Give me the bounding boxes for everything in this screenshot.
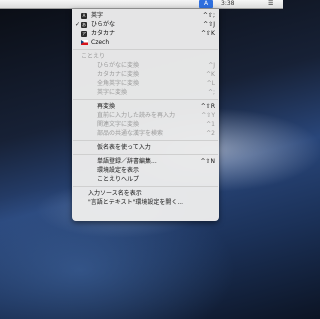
menu-item-convert-fullwidth: 全角英字に変換 ^L [72,79,219,88]
menu-item-convert-katakana: カタカナに変換 ^K [72,70,219,79]
menu-item-show-preferences[interactable]: 環境設定を表示 [72,166,219,175]
menu-item-kana-table[interactable]: 仮名表を使って入力 [72,143,219,152]
menu-item-label: ことえりヘルプ [97,176,140,183]
menu-item-label: ひらがなに変換 [97,62,140,69]
menu-bar-clock[interactable]: 3:38 [221,0,234,8]
section-header-label: ことえり [81,53,106,60]
menu-item-label: 英字 [91,12,104,19]
menu-item-reconvert[interactable]: 再変換 ^⇧R [72,102,219,111]
checkmark-icon: ✓ [75,21,81,28]
menu-item-shortcut: ^1 [206,121,215,128]
menu-item-label: Czech [91,39,110,46]
menu-item-label: 英字に変換 [97,89,128,96]
menu-item-reenter-reading: 直前に入力した読みを再入力 ^⇧Y [72,111,219,120]
menu-item-label: 環境設定を表示 [97,167,140,174]
menu-item-search-kanji-parts: 部品の共通な漢字を検索 ^2 [72,129,219,138]
menu-item-open-language-prefs[interactable]: "言語とテキスト"環境設定を開く... [72,198,219,207]
czech-flag-icon [81,40,88,45]
menu-item-related-chars: 関連文字に変換 ^1 [72,120,219,129]
input-method-dropdown-menu: A 英字 ^⇧; ✓ あ ひらがな ^⇧J ア カタカナ ^⇧K Czech こ… [72,9,219,221]
menu-item-shortcut: ^L [206,80,215,87]
menu-item-czech[interactable]: Czech [72,38,219,47]
menu-item-hiragana[interactable]: ✓ あ ひらがな ^⇧J [72,20,219,29]
menu-item-shortcut: ^⇧K [201,30,215,37]
spotlight-icon[interactable]: ☰ [268,0,273,8]
menu-item-label: カタカナに変換 [97,71,140,78]
menu-item-shortcut: ^2 [206,130,215,137]
menu-bar: A 3:38 ☰ [0,0,283,9]
menu-item-alphanumeric[interactable]: A 英字 ^⇧; [72,11,219,20]
menu-item-shortcut: ^; [207,89,215,96]
menu-item-label: 入力ソース名を表示 [88,190,142,197]
menu-item-word-register[interactable]: 単語登録／辞書編集... ^⇧N [72,157,219,166]
menu-item-shortcut: ^⇧N [200,158,215,165]
menu-item-label: 直前に入力した読みを再入力 [97,112,176,119]
menu-item-convert-hiragana: ひらがなに変換 ^J [72,61,219,70]
menu-item-shortcut: ^⇧; [202,12,215,19]
katakana-mode-icon: ア [81,31,87,37]
alphanumeric-mode-icon: A [81,13,87,19]
menu-item-label: 関連文字に変換 [97,121,140,128]
menu-item-show-source-name[interactable]: 入力ソース名を表示 [72,189,219,198]
menu-item-label: ひらがな [91,21,116,28]
menu-item-kotoeri-help[interactable]: ことえりヘルプ [72,175,219,184]
menu-item-shortcut: ^⇧Y [201,112,215,119]
menu-item-convert-alphanumeric: 英字に変換 ^; [72,88,219,97]
menu-section-header-kotoeri: ことえり [72,52,219,61]
input-method-menu-icon[interactable]: A [199,0,213,8]
hiragana-mode-icon: あ [81,22,87,28]
menu-item-label: 部品の共通な漢字を検索 [97,130,164,137]
menu-item-katakana[interactable]: ア カタカナ ^⇧K [72,29,219,38]
menu-item-label: 再変換 [97,103,116,110]
menu-item-label: 全角英字に変換 [97,80,140,87]
menu-item-label: カタカナ [91,30,116,37]
menu-item-shortcut: ^⇧R [200,103,215,110]
menu-item-label: 仮名表を使って入力 [97,144,151,151]
menu-item-label: 単語登録／辞書編集... [97,158,157,165]
menu-item-shortcut: ^⇧J [203,21,215,28]
menu-item-shortcut: ^J [208,62,215,69]
menu-item-shortcut: ^K [206,71,215,78]
menu-item-label: "言語とテキスト"環境設定を開く... [88,199,184,206]
